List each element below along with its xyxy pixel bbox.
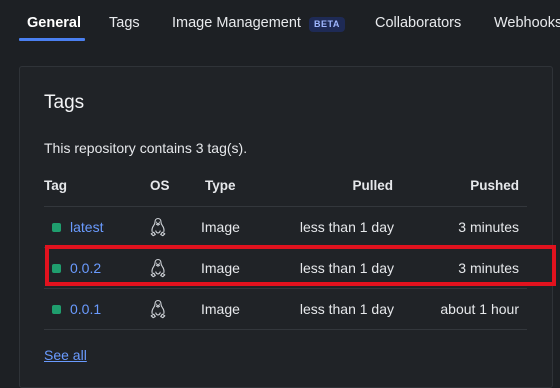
row-pulled: less than 1 day <box>299 301 394 317</box>
tab-general[interactable]: General <box>27 15 81 31</box>
row-divider <box>44 288 527 289</box>
column-header-type: Type <box>205 178 236 193</box>
column-header-os: OS <box>150 178 170 193</box>
row-highlight-box <box>45 245 556 286</box>
tag-link[interactable]: 0.0.1 <box>70 301 101 317</box>
row-pushed: 3 minutes <box>458 219 519 235</box>
row-pushed: about 1 hour <box>440 301 519 317</box>
column-header-pushed: Pushed <box>470 178 519 193</box>
card-title: Tags <box>44 92 85 113</box>
tab-webhooks[interactable]: Webhooks <box>494 15 560 31</box>
see-all-link[interactable]: See all <box>44 347 87 363</box>
tag-count-description: This repository contains 3 tag(s). <box>44 140 248 156</box>
column-header-tag: Tag <box>44 178 67 193</box>
tab-image-management[interactable]: Image Management <box>172 15 301 31</box>
tab-collaborators[interactable]: Collaborators <box>375 15 461 31</box>
row-type: Image <box>201 301 240 317</box>
linux-icon <box>150 217 166 237</box>
repository-tabs: General Tags Image Management BETA Colla… <box>0 0 560 44</box>
row-pulled: less than 1 day <box>299 219 394 235</box>
beta-badge: BETA <box>309 17 345 32</box>
active-tab-indicator <box>19 38 85 41</box>
status-dot <box>52 223 61 232</box>
linux-icon <box>150 299 166 319</box>
row-divider <box>44 329 527 330</box>
row-type: Image <box>201 219 240 235</box>
tab-tags[interactable]: Tags <box>109 15 140 31</box>
header-divider <box>44 206 527 207</box>
column-header-pulled: Pulled <box>352 178 393 193</box>
tag-link[interactable]: latest <box>70 219 103 235</box>
status-dot <box>52 305 61 314</box>
